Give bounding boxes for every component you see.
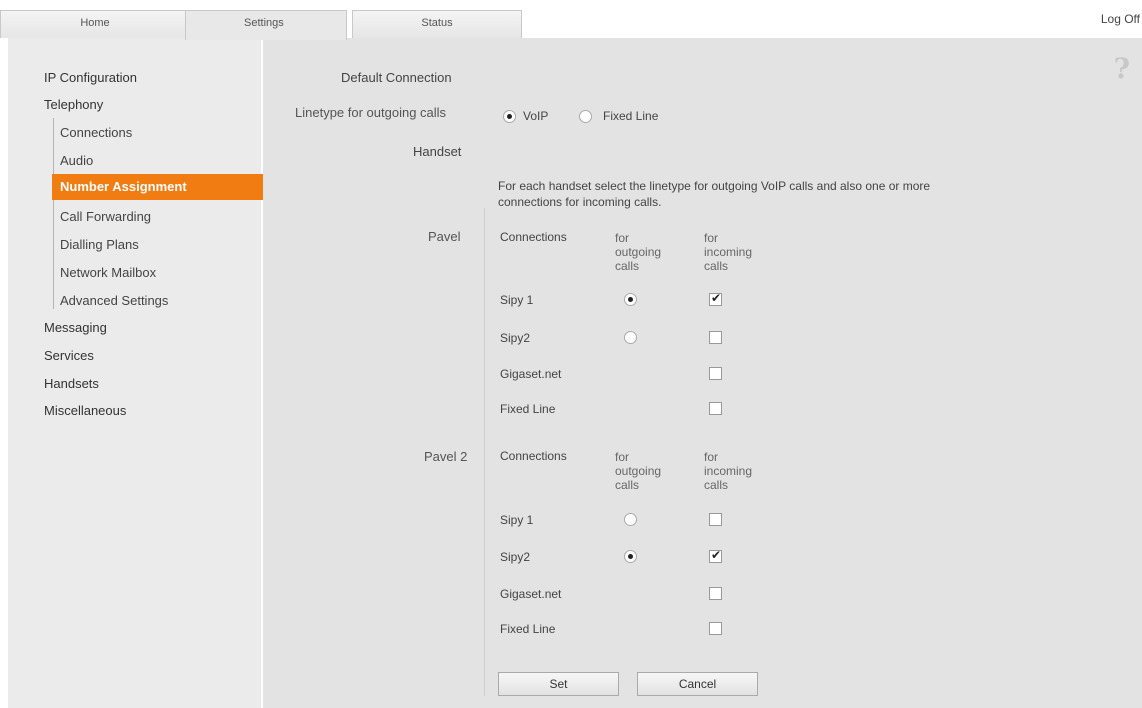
linetype-fixed-line-label: Fixed Line <box>603 109 659 123</box>
handset-name-pavel-2: Pavel 2 <box>424 449 468 464</box>
handset-name-pavel: Pavel <box>428 229 461 244</box>
tab-home-label: Home <box>80 17 110 29</box>
sidebar-item-audio[interactable]: Audio <box>60 153 93 168</box>
sidebar-item-handsets[interactable]: Handsets <box>44 376 99 391</box>
help-icon[interactable]: ? <box>1114 52 1130 85</box>
tab-home[interactable]: Home <box>0 10 190 38</box>
sidebar-item-network-mailbox[interactable]: Network Mailbox <box>60 265 156 280</box>
set-button[interactable]: Set <box>498 672 619 696</box>
linetype-voip-radio[interactable] <box>503 110 516 123</box>
cancel-button[interactable]: Cancel <box>637 672 758 696</box>
pavel-row-sipy1-label: Sipy 1 <box>500 293 534 307</box>
pavel2-row-sipy1-label: Sipy 1 <box>500 513 534 527</box>
pavel-gigaset-incoming-checkbox[interactable] <box>709 367 722 380</box>
content-divider <box>484 208 485 696</box>
col-header-connections-2: Connections <box>500 449 567 463</box>
sidebar-item-number-assignment[interactable]: Number Assignment <box>52 174 270 200</box>
tab-status-label: Status <box>421 17 453 29</box>
sidebar: IP Configuration Telephony Connections A… <box>8 38 270 708</box>
pavel2-gigaset-incoming-checkbox[interactable] <box>709 587 722 600</box>
pavel2-row-fixed-line-label: Fixed Line <box>500 622 556 636</box>
pavel-row-sipy2-label: Sipy2 <box>500 331 531 345</box>
pavel-sipy1-incoming-checkbox[interactable] <box>709 291 722 306</box>
sidebar-item-miscellaneous[interactable]: Miscellaneous <box>44 403 126 418</box>
handset-description-line2: connections for incoming calls. <box>498 195 662 209</box>
linetype-fixed-line-radio[interactable] <box>579 110 592 123</box>
top-tab-bar: Home Status Settings Log Off <box>0 0 1142 40</box>
pavel2-sipy2-outgoing-radio[interactable] <box>624 550 637 563</box>
pavel2-sipy2-incoming-checkbox[interactable] <box>709 548 722 563</box>
pavel-row-gigaset-label: Gigaset.net <box>500 367 562 381</box>
set-button-label: Set <box>549 677 568 691</box>
sidebar-item-ip-configuration[interactable]: IP Configuration <box>44 70 137 85</box>
cancel-button-label: Cancel <box>678 677 717 691</box>
handset-heading: Handset <box>413 144 462 159</box>
col-header-outgoing-2: for outgoing calls <box>615 450 662 492</box>
pavel2-sipy1-incoming-checkbox[interactable] <box>709 513 722 526</box>
tab-settings[interactable]: Settings <box>185 10 347 40</box>
pavel-sipy2-outgoing-radio[interactable] <box>624 331 637 344</box>
pavel-row-fixed-line-label: Fixed Line <box>500 402 556 416</box>
pavel2-row-gigaset-label: Gigaset.net <box>500 587 562 601</box>
sidebar-item-advanced-settings[interactable]: Advanced Settings <box>60 293 168 308</box>
sidebar-item-telephony[interactable]: Telephony <box>44 97 103 112</box>
submenu-divider <box>53 118 54 309</box>
logoff-link[interactable]: Log Off <box>1101 12 1140 26</box>
pavel-fixed-line-incoming-checkbox[interactable] <box>709 402 722 415</box>
col-header-incoming: for incoming calls <box>704 231 753 273</box>
handset-description-line1: For each handset select the linetype for… <box>498 179 931 193</box>
col-header-connections: Connections <box>500 230 567 244</box>
tab-settings-label: Settings <box>244 17 284 29</box>
tab-status[interactable]: Status <box>352 10 522 38</box>
default-connection-heading: Default Connection <box>341 70 452 85</box>
sidebar-item-call-forwarding[interactable]: Call Forwarding <box>60 209 151 224</box>
main-content: ? Default Connection Linetype for outgoi… <box>263 38 1142 708</box>
pavel2-sipy1-outgoing-radio[interactable] <box>624 513 637 526</box>
col-header-outgoing: for outgoing calls <box>615 231 662 273</box>
linetype-voip-label: VoIP <box>523 109 549 123</box>
sidebar-item-messaging[interactable]: Messaging <box>44 320 107 335</box>
pavel-sipy2-incoming-checkbox[interactable] <box>709 331 722 344</box>
pavel2-row-sipy2-label: Sipy2 <box>500 550 531 564</box>
pavel-sipy1-outgoing-radio[interactable] <box>624 293 637 306</box>
sidebar-item-dialling-plans[interactable]: Dialling Plans <box>60 237 139 252</box>
sidebar-item-connections[interactable]: Connections <box>60 125 132 140</box>
pavel2-fixed-line-incoming-checkbox[interactable] <box>709 622 722 635</box>
linetype-label: Linetype for outgoing calls <box>295 105 447 120</box>
col-header-incoming-2: for incoming calls <box>704 450 753 492</box>
sidebar-item-services[interactable]: Services <box>44 348 94 363</box>
